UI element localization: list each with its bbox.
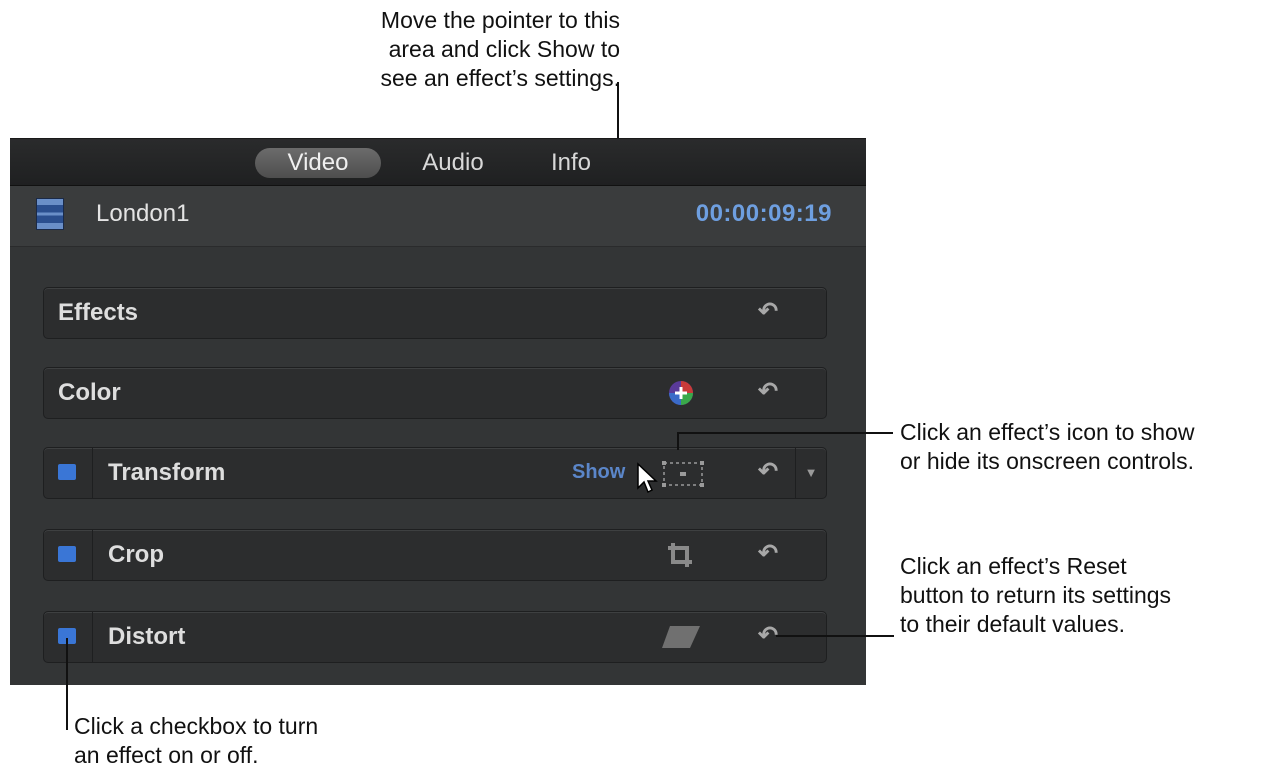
chevron-down-icon[interactable]: ▼ bbox=[795, 448, 826, 498]
reset-callout-line-3: to their default values. bbox=[900, 611, 1126, 637]
tab-info[interactable]: Info bbox=[536, 148, 606, 178]
reset-callout-line-2: button to return its settings bbox=[900, 582, 1172, 608]
icon-callout-leader-horizontal bbox=[677, 432, 893, 434]
reset-arrow-icon[interactable]: ↶ bbox=[756, 540, 780, 568]
reset-arrow-icon[interactable]: ↶ bbox=[756, 378, 780, 406]
crop-checkbox[interactable] bbox=[58, 546, 76, 562]
color-section-label: Color bbox=[58, 379, 121, 406]
effect-row-distort[interactable]: Distort ↶ bbox=[43, 611, 827, 663]
reset-arrow-icon[interactable]: ↶ bbox=[756, 298, 780, 326]
icon-callout: Click an effect’s icon to show or hide i… bbox=[900, 418, 1270, 476]
color-section-header[interactable]: Color ↶ bbox=[43, 367, 827, 419]
distort-icon[interactable] bbox=[660, 624, 702, 650]
show-callout-line-1: Move the pointer to this bbox=[380, 7, 620, 33]
inspector-panel: Video Audio Info London1 00:00:09:19 Eff… bbox=[10, 138, 866, 685]
icon-callout-line-2: or hide its onscreen controls. bbox=[900, 448, 1195, 474]
reset-callout-leader bbox=[776, 635, 894, 637]
transform-checkbox[interactable] bbox=[58, 464, 76, 480]
show-callout: Move the pointer to this area and click … bbox=[300, 6, 620, 93]
checkbox-callout-leader bbox=[66, 638, 68, 730]
color-board-icon[interactable] bbox=[667, 379, 695, 407]
clip-name: London1 bbox=[96, 200, 190, 227]
effects-section-label: Effects bbox=[58, 299, 139, 326]
transform-onscreen-icon[interactable] bbox=[661, 460, 705, 488]
video-clip-icon bbox=[36, 198, 64, 230]
tab-video[interactable]: Video bbox=[255, 148, 381, 178]
checkbox-callout-line-2: an effect on or off. bbox=[74, 742, 259, 768]
reset-callout: Click an effect’s Reset button to return… bbox=[900, 552, 1270, 639]
effects-section-header[interactable]: Effects ↶ bbox=[43, 287, 827, 339]
show-callout-line-3: see an effect’s settings. bbox=[380, 65, 620, 91]
effect-row-transform[interactable]: Transform Show ↶ ▼ bbox=[43, 447, 827, 499]
clip-timecode: 00:00:09:19 bbox=[695, 200, 832, 227]
crop-label: Crop bbox=[108, 541, 164, 568]
show-callout-line-2: area and click Show to bbox=[388, 36, 620, 62]
effect-checkbox-cell bbox=[44, 530, 93, 580]
effect-checkbox-cell bbox=[44, 448, 93, 498]
transform-label: Transform bbox=[108, 459, 226, 486]
distort-label: Distort bbox=[108, 623, 186, 650]
checkbox-callout: Click a checkbox to turn an effect on or… bbox=[74, 712, 474, 770]
inspector-tab-bar: Video Audio Info bbox=[10, 139, 866, 186]
tab-audio[interactable]: Audio bbox=[403, 148, 503, 178]
effect-checkbox-cell bbox=[44, 612, 93, 662]
reset-arrow-icon[interactable]: ↶ bbox=[756, 458, 780, 486]
icon-callout-line-1: Click an effect’s icon to show bbox=[900, 419, 1195, 445]
reset-callout-line-1: Click an effect’s Reset bbox=[900, 553, 1127, 579]
transform-show-link[interactable]: Show bbox=[572, 461, 625, 484]
clip-header: London1 00:00:09:19 bbox=[10, 186, 866, 247]
icon-callout-leader-vertical bbox=[677, 432, 679, 450]
effect-row-crop[interactable]: Crop ↶ bbox=[43, 529, 827, 581]
pointer-cursor-icon bbox=[637, 462, 658, 494]
checkbox-callout-line-1: Click a checkbox to turn bbox=[74, 713, 319, 739]
crop-icon[interactable] bbox=[666, 541, 694, 569]
